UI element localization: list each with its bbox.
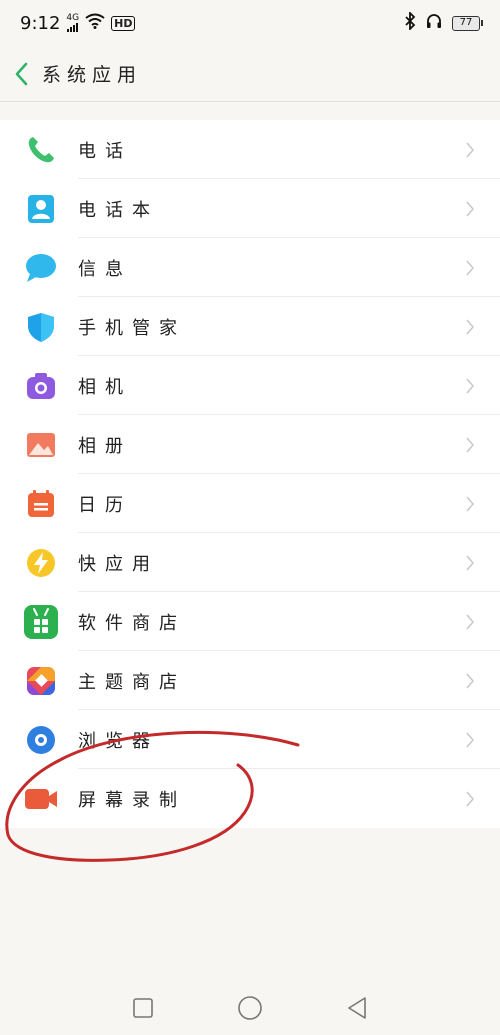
chevron-right-icon: [462, 612, 478, 632]
quick-app-icon: [23, 545, 59, 581]
contacts-icon: [23, 191, 59, 227]
list-item-theme-store[interactable]: 主题商店: [0, 651, 500, 710]
signal-label: 4G: [66, 13, 80, 23]
list-item-messages[interactable]: 信息: [0, 238, 500, 297]
chevron-right-icon: [462, 789, 478, 809]
app-store-icon: [23, 604, 59, 640]
chevron-right-icon: [462, 199, 478, 219]
phone-manager-icon: [23, 309, 59, 345]
list-item-phone-manager[interactable]: 手机管家: [0, 297, 500, 356]
chevron-right-icon: [462, 730, 478, 750]
list-item-app-store[interactable]: 软件商店: [0, 592, 500, 651]
chevron-right-icon: [462, 435, 478, 455]
wifi-icon: [85, 13, 105, 33]
list-item-label: 主题商店: [78, 671, 186, 693]
circle-icon: [238, 996, 262, 1020]
screen-recorder-icon: [23, 781, 59, 817]
messages-icon: [23, 250, 59, 286]
chevron-right-icon: [462, 258, 478, 278]
list-item-label: 软件商店: [78, 612, 186, 634]
chevron-right-icon: [462, 140, 478, 160]
battery-indicator: 77: [452, 15, 483, 31]
camera-icon: [23, 368, 59, 404]
list-item-screen-recorder[interactable]: 屏幕录制: [0, 769, 500, 828]
list-item-label: 电话本: [78, 199, 159, 221]
list-item-label: 信息: [78, 258, 132, 280]
browser-icon: [23, 722, 59, 758]
list-item-browser[interactable]: 浏览器: [0, 710, 500, 769]
list-item-label: 浏览器: [78, 730, 159, 752]
list-item-calendar[interactable]: 日历: [0, 474, 500, 533]
list-item-camera[interactable]: 相机: [0, 356, 500, 415]
list-item-label: 相册: [78, 435, 132, 457]
status-left: 9:12 4G HD: [20, 12, 136, 34]
chevron-right-icon: [462, 494, 478, 514]
status-time: 9:12: [20, 12, 61, 34]
list-item-label: 手机管家: [78, 317, 186, 339]
list-item-label: 电话: [78, 140, 132, 162]
status-right: 77: [404, 10, 483, 34]
header: 系统应用: [0, 46, 500, 102]
back-button[interactable]: [14, 59, 36, 89]
chevron-right-icon: [462, 671, 478, 691]
theme-store-icon: [23, 663, 59, 699]
list-item-quick-app[interactable]: 快应用: [0, 533, 500, 592]
list-item-phone[interactable]: 电话: [0, 120, 500, 179]
signal-icon: 4G: [66, 14, 79, 32]
app-list: 电话 电话本 信息 手机管家 相机 相册 日历 快应用 软件商店 主题商店 浏览…: [0, 120, 500, 828]
recent-apps-button[interactable]: [132, 997, 154, 1023]
chevron-right-icon: [462, 553, 478, 573]
list-item-gallery[interactable]: 相册: [0, 415, 500, 474]
page-title: 系统应用: [42, 64, 143, 86]
list-item-label: 快应用: [78, 553, 159, 575]
chevron-left-icon: [15, 62, 28, 85]
headphones-icon: [426, 13, 442, 33]
gallery-icon: [23, 427, 59, 463]
status-bar: 9:12 4G HD 77: [0, 0, 500, 46]
triangle-back-icon: [348, 997, 367, 1019]
back-nav-button[interactable]: [346, 996, 368, 1024]
list-item-label: 屏幕录制: [78, 789, 186, 811]
phone-icon: [23, 132, 59, 168]
list-item-contacts[interactable]: 电话本: [0, 179, 500, 238]
chevron-right-icon: [462, 317, 478, 337]
system-nav-bar: [0, 985, 500, 1035]
chevron-right-icon: [462, 376, 478, 396]
calendar-icon: [23, 486, 59, 522]
hd-badge: HD: [111, 15, 136, 31]
list-item-label: 相机: [78, 376, 132, 398]
bluetooth-icon: [404, 10, 416, 34]
home-button[interactable]: [237, 995, 263, 1025]
list-item-label: 日历: [78, 494, 132, 516]
square-icon: [132, 998, 153, 1018]
